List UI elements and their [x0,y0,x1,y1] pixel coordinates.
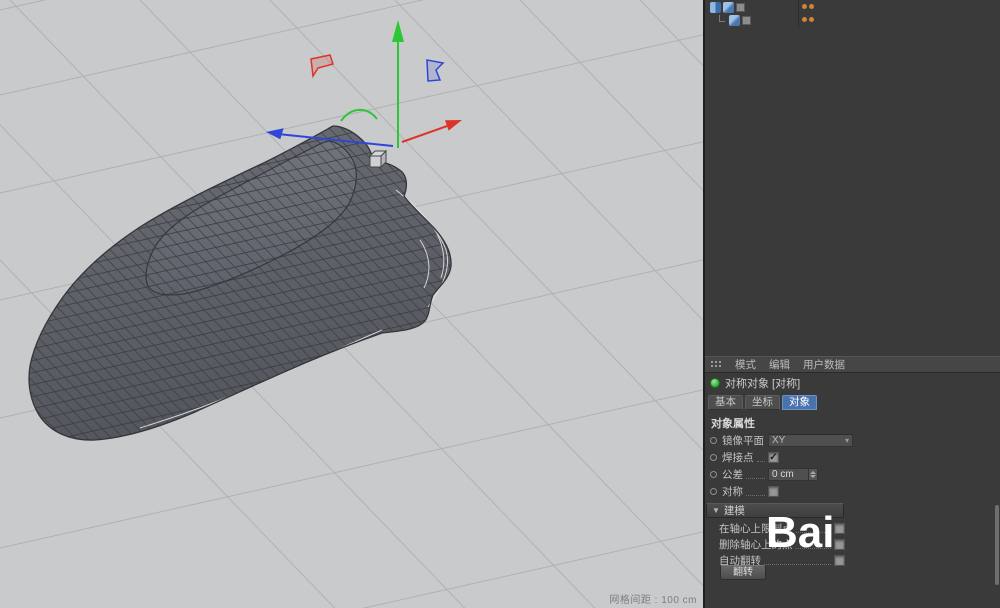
spinner-up-icon[interactable] [810,471,816,474]
property-row-mirror-plane: 镜像平面 XY ▾ [708,433,860,448]
object-title-row: 对称对象 [对称] [710,375,800,390]
property-dot-icon [710,437,717,444]
dot-leader [746,478,765,479]
c4d-window: 网格间距 : 100 cm [0,0,1000,608]
dropdown-value: XY [772,435,785,446]
tab-edit[interactable]: 编辑 [769,357,790,372]
symmetry-object-icon [710,2,721,13]
column-separator [798,0,799,27]
tab-basic[interactable]: 基本 [708,395,743,410]
flip-button[interactable]: 翻转 [720,565,766,580]
viewport-canvas[interactable] [0,0,703,608]
object-row-mesh-child[interactable] [710,14,751,26]
phong-tag-icon[interactable] [742,16,751,25]
property-label: 焊接点 [722,450,754,465]
weld-points-checkbox[interactable]: ✓ [768,452,779,463]
tab-object[interactable]: 对象 [782,395,817,410]
visibility-toggle-dots[interactable] [802,4,814,9]
property-row-tolerance: 公差 0 cm [708,467,860,482]
tab-user-data[interactable]: 用户数据 [803,357,845,372]
hierarchy-branch-line [719,15,725,22]
tab-coordinates[interactable]: 坐标 [745,395,780,410]
deformer-icon [723,2,734,13]
tab-mode[interactable]: 模式 [735,357,756,372]
mirror-plane-dropdown[interactable]: XY ▾ [768,434,853,447]
auto-flip-checkbox[interactable] [834,555,845,566]
delete-points-checkbox[interactable] [834,539,845,550]
object-title: 对称对象 [对称] [725,375,800,391]
modeling-section-title: 建模 [724,503,745,518]
symmetry-checkbox[interactable] [768,486,779,497]
property-dot-icon [710,471,717,478]
clamp-points-checkbox[interactable] [834,523,845,534]
panel-scrollbar[interactable] [995,505,999,585]
property-dot-icon [710,454,717,461]
dot-leader [764,564,831,565]
symmetry-object-icon [710,378,720,388]
visibility-toggle-dots[interactable] [802,17,814,22]
right-panel: 模式 编辑 用户数据 对称对象 [对称] 基本 坐标 对象 对象属性 镜像平面 … [703,0,1000,608]
property-dot-icon [710,488,717,495]
property-label: 镜像平面 [722,433,764,448]
spinner-down-icon[interactable] [810,475,816,478]
axis-origin-cube[interactable] [370,151,386,167]
property-label: 对称 [722,484,743,499]
layer-tag-icon[interactable] [736,3,745,12]
section-title: 对象属性 [711,415,755,431]
editor-visibility-dot[interactable] [802,4,807,9]
viewport-3d[interactable]: 网格间距 : 100 cm [0,0,703,608]
dot-leader [757,461,766,462]
editor-visibility-dot[interactable] [802,17,807,22]
tolerance-input[interactable]: 0 cm [768,468,808,481]
attribute-subtabs: 基本 坐标 对象 [708,395,817,410]
panel-menu-icon[interactable] [710,360,722,369]
polygon-object-icon [729,15,740,26]
value-spinner[interactable] [808,468,818,481]
render-visibility-dot[interactable] [809,4,814,9]
property-row-weld-points: 焊接点 ✓ [708,450,860,465]
object-manager-panel[interactable] [705,0,1000,356]
attribute-manager-menubar: 模式 编辑 用户数据 [705,356,1000,373]
collapse-arrow-icon[interactable]: ▼ [712,506,720,515]
object-row-symmetry[interactable] [710,1,745,13]
watermark-text: Bai [766,508,834,558]
property-row-symmetry: 对称 [708,484,860,499]
grid-spacing-label: 网格间距 : 100 cm [609,591,697,606]
chevron-down-icon: ▾ [845,437,849,445]
render-visibility-dot[interactable] [809,17,814,22]
dot-leader [746,495,765,496]
property-label: 公差 [722,467,743,482]
